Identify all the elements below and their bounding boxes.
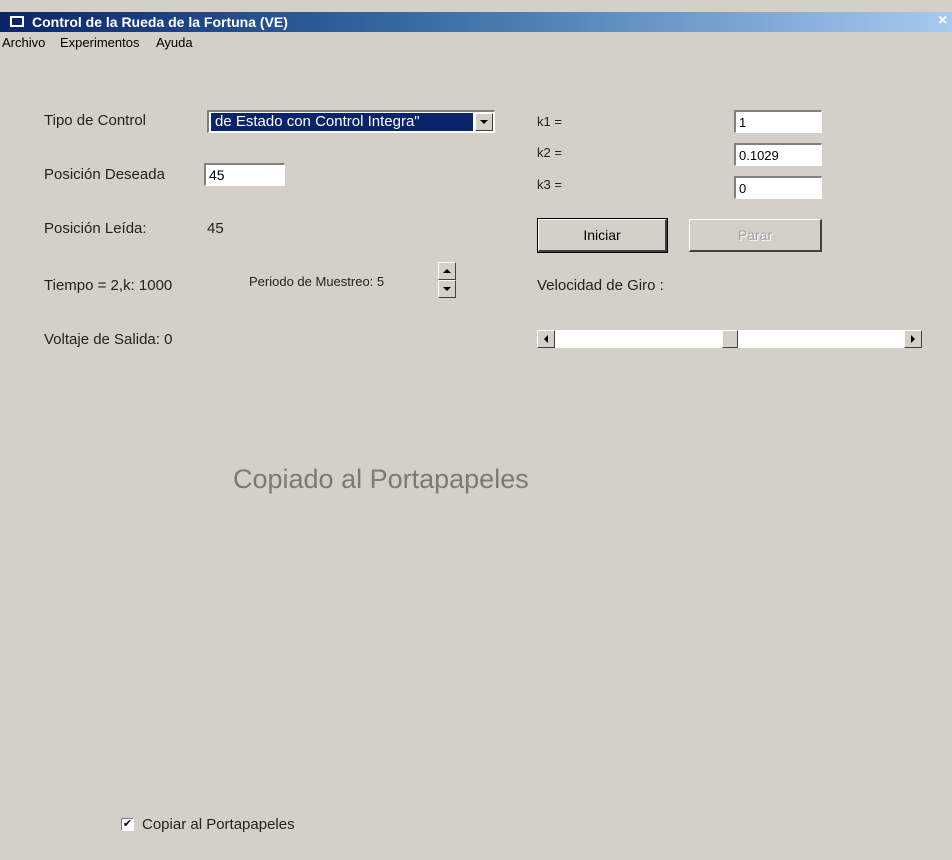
copiar-checkbox[interactable]: ✔: [121, 818, 134, 831]
window-title: Control de la Rueda de la Fortuna (VE): [32, 14, 288, 30]
tipo-control-select[interactable]: de Estado con Control Integra": [207, 110, 495, 133]
velocidad-slider[interactable]: [537, 330, 922, 348]
posicion-deseada-input[interactable]: [204, 163, 285, 186]
posicion-leida-value: 45: [207, 220, 224, 237]
tiempo-text: Tiempo = 2,k: 1000: [44, 277, 173, 294]
parar-button[interactable]: Parar: [689, 219, 822, 252]
k2-input[interactable]: [734, 143, 822, 166]
spin-up-button[interactable]: [438, 262, 456, 280]
k3-input[interactable]: [734, 176, 822, 199]
status-message: Copiado al Portapapeles: [233, 464, 529, 494]
app-icon: [10, 16, 24, 27]
dropdown-button[interactable]: [475, 113, 493, 131]
velocidad-giro-label: Velocidad de Giro :: [537, 277, 664, 294]
slider-thumb[interactable]: [722, 330, 738, 348]
k1-label: k1 =: [537, 114, 562, 129]
arrow-down-icon: [443, 287, 451, 291]
voltaje-salida-text: Voltaje de Salida: 0: [44, 331, 173, 348]
arrow-left-icon: [544, 335, 548, 343]
checkmark-icon: ✔: [122, 818, 133, 830]
menu-bar: Archivo Experimentos Ayuda: [0, 33, 952, 53]
scroll-left-button[interactable]: [537, 330, 555, 348]
periodo-muestreo-text: Periodo de Muestreo: 5: [249, 274, 385, 289]
spin-down-button[interactable]: [438, 280, 456, 298]
k1-input[interactable]: [734, 110, 822, 133]
k2-label: k2 =: [537, 145, 562, 160]
iniciar-button[interactable]: Iniciar: [537, 218, 668, 253]
chevron-down-icon: [480, 120, 488, 124]
copiar-checkbox-label[interactable]: Copiar al Portapapeles: [142, 816, 295, 833]
periodo-spinner[interactable]: [438, 262, 456, 298]
close-icon[interactable]: ×: [938, 12, 947, 30]
k3-label: k3 =: [537, 177, 562, 192]
scroll-right-button[interactable]: [904, 330, 922, 348]
posicion-deseada-label: Posición Deseada: [44, 166, 165, 183]
arrow-up-icon: [443, 269, 451, 273]
menu-archivo[interactable]: Archivo: [2, 35, 45, 50]
tipo-control-selected-value: de Estado con Control Integra": [211, 113, 473, 131]
posicion-leida-label: Posición Leída:: [44, 220, 147, 237]
arrow-right-icon: [911, 335, 915, 343]
title-bar: Control de la Rueda de la Fortuna (VE) ×: [0, 12, 952, 32]
menu-ayuda[interactable]: Ayuda: [156, 35, 193, 50]
tipo-control-label: Tipo de Control: [44, 112, 146, 129]
menu-experimentos[interactable]: Experimentos: [60, 35, 139, 50]
